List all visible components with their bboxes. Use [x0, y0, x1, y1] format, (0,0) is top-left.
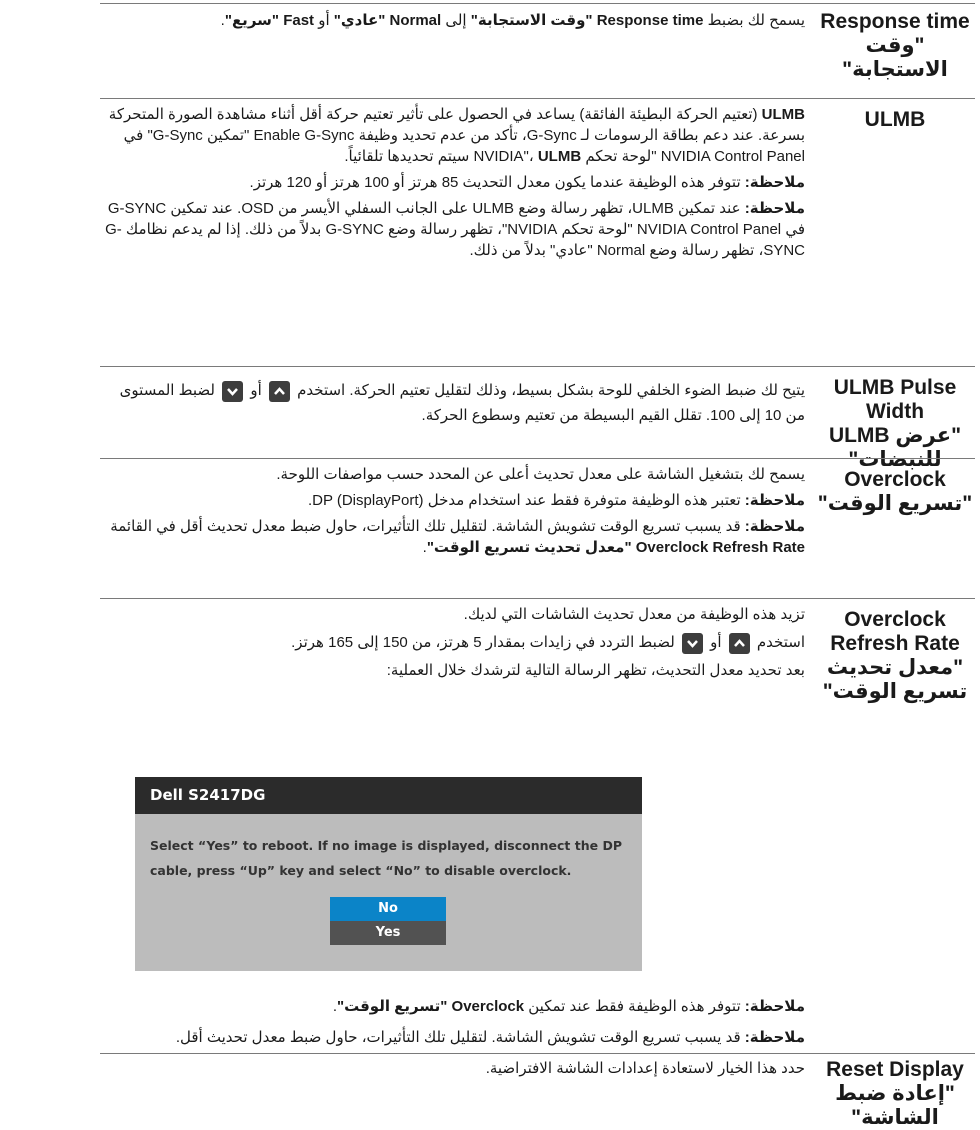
row-description: حدد هذا الخيار لاستعادة إعدادات الشاشة ا… — [100, 1058, 805, 1084]
notes-after-dialog: ملاحظة: تتوفر هذه الوظيفة فقط عند تمكين … — [100, 996, 805, 1053]
dialog-message: Select “Yes” to reboot. If no image is d… — [150, 838, 623, 878]
description-text: تزيد هذه الوظيفة من معدل تحديث الشاشات ا… — [463, 606, 805, 623]
row-description: تزيد هذه الوظيفة من معدل تحديث الشاشات ا… — [100, 604, 805, 686]
label-arabic: "تسريع الوقت" — [817, 492, 973, 515]
osd-manual-page: Response time "وقت الاستجابة" يسمح لك بض… — [0, 0, 980, 1129]
dialog-no-button[interactable]: No — [330, 897, 446, 921]
row-description: يتيح لك ضبط الضوء الخلفي للوحة بشكل بسيط… — [100, 378, 805, 433]
label-english: Overclock Refresh Rate — [830, 608, 960, 655]
description-text: استخدم أو لضبط التردد في زايدات بمقدار 5… — [100, 630, 805, 655]
label-english: Reset Display — [826, 1058, 964, 1081]
description-text: يتيح لك ضبط الضوء الخلفي للوحة بشكل بسيط… — [100, 378, 805, 428]
description-part: أو — [710, 634, 722, 651]
row-description: يسمح لك بضبط Response time "وقت الاستجاب… — [100, 10, 805, 36]
chevron-up-icon — [728, 632, 750, 654]
row-label: Response time "وقت الاستجابة" — [810, 10, 980, 82]
description-part: يتيح لك ضبط الضوء الخلفي للوحة بشكل بسيط… — [297, 382, 805, 399]
row-divider — [100, 366, 975, 367]
row-description: ULMB (تعتيم الحركة البطيئة الفائقة) يساع… — [100, 104, 805, 266]
label-english: ULMB Pulse Width — [833, 376, 957, 423]
row-divider — [100, 98, 975, 99]
dialog-title: Dell S2417DG — [135, 777, 642, 814]
row-label: Overclock "تسريع الوقت" — [810, 468, 980, 516]
description-part: لضبط التردد في زايدات بمقدار 5 هرتز، من … — [291, 634, 675, 651]
description-text: ULMB (تعتيم الحركة البطيئة الفائقة) يساع… — [108, 106, 805, 165]
description-text: يسمح لك بتشغيل الشاشة على معدل تحديث أعل… — [276, 466, 805, 483]
chevron-down-icon — [222, 380, 244, 402]
row-label: Overclock Refresh Rate "معدل تحديث تسريع… — [810, 608, 980, 704]
description-text: يسمح لك بضبط Response time "وقت الاستجاب… — [220, 12, 805, 29]
description-text: بعد تحديد معدل التحديث، تظهر الرسالة الت… — [386, 662, 805, 679]
label-arabic: "وقت الاستجابة" — [842, 34, 948, 81]
label-arabic: "إعادة ضبط الشاشة" — [835, 1082, 955, 1129]
overclock-reboot-dialog: Dell S2417DG Select “Yes” to reboot. If … — [135, 777, 642, 971]
dialog-yes-button[interactable]: Yes — [330, 921, 446, 945]
row-divider — [100, 458, 975, 459]
label-english: Overclock — [844, 468, 946, 491]
row-label: Reset Display "إعادة ضبط الشاشة" — [810, 1058, 980, 1130]
note-text: ملاحظة: تتوفر هذه الوظيفة عندما يكون معد… — [249, 174, 805, 191]
note-text: ملاحظة: تعتبر هذه الوظيفة متوفرة فقط عند… — [307, 492, 805, 509]
note-text: ملاحظة: تتوفر هذه الوظيفة فقط عند تمكين … — [332, 998, 805, 1015]
label-english: ULMB — [864, 108, 926, 131]
row-label: ULMB — [810, 108, 980, 132]
label-arabic: "عرض ULMB للنبضات" — [828, 424, 962, 471]
label-english: Response time — [820, 10, 970, 33]
label-arabic: "معدل تحديث تسريع الوقت" — [822, 656, 968, 703]
chevron-down-icon — [681, 632, 703, 654]
row-divider — [100, 598, 975, 599]
description-text: حدد هذا الخيار لاستعادة إعدادات الشاشة ا… — [485, 1060, 805, 1077]
note-text: ملاحظة: قد يسبب تسريع الوقت تشويش الشاشة… — [110, 518, 805, 556]
description-part: أو — [250, 382, 262, 399]
description-part: استخدم — [756, 634, 805, 651]
note-text: ملاحظة: عند تمكين ULMB، تظهر رسالة وضع U… — [105, 200, 805, 259]
note-text: ملاحظة: قد يسبب تسريع الوقت تشويش الشاشة… — [175, 1029, 805, 1046]
chevron-up-icon — [268, 380, 290, 402]
row-divider — [100, 3, 975, 4]
row-divider — [100, 1053, 975, 1054]
row-description: يسمح لك بتشغيل الشاشة على معدل تحديث أعل… — [100, 464, 805, 563]
